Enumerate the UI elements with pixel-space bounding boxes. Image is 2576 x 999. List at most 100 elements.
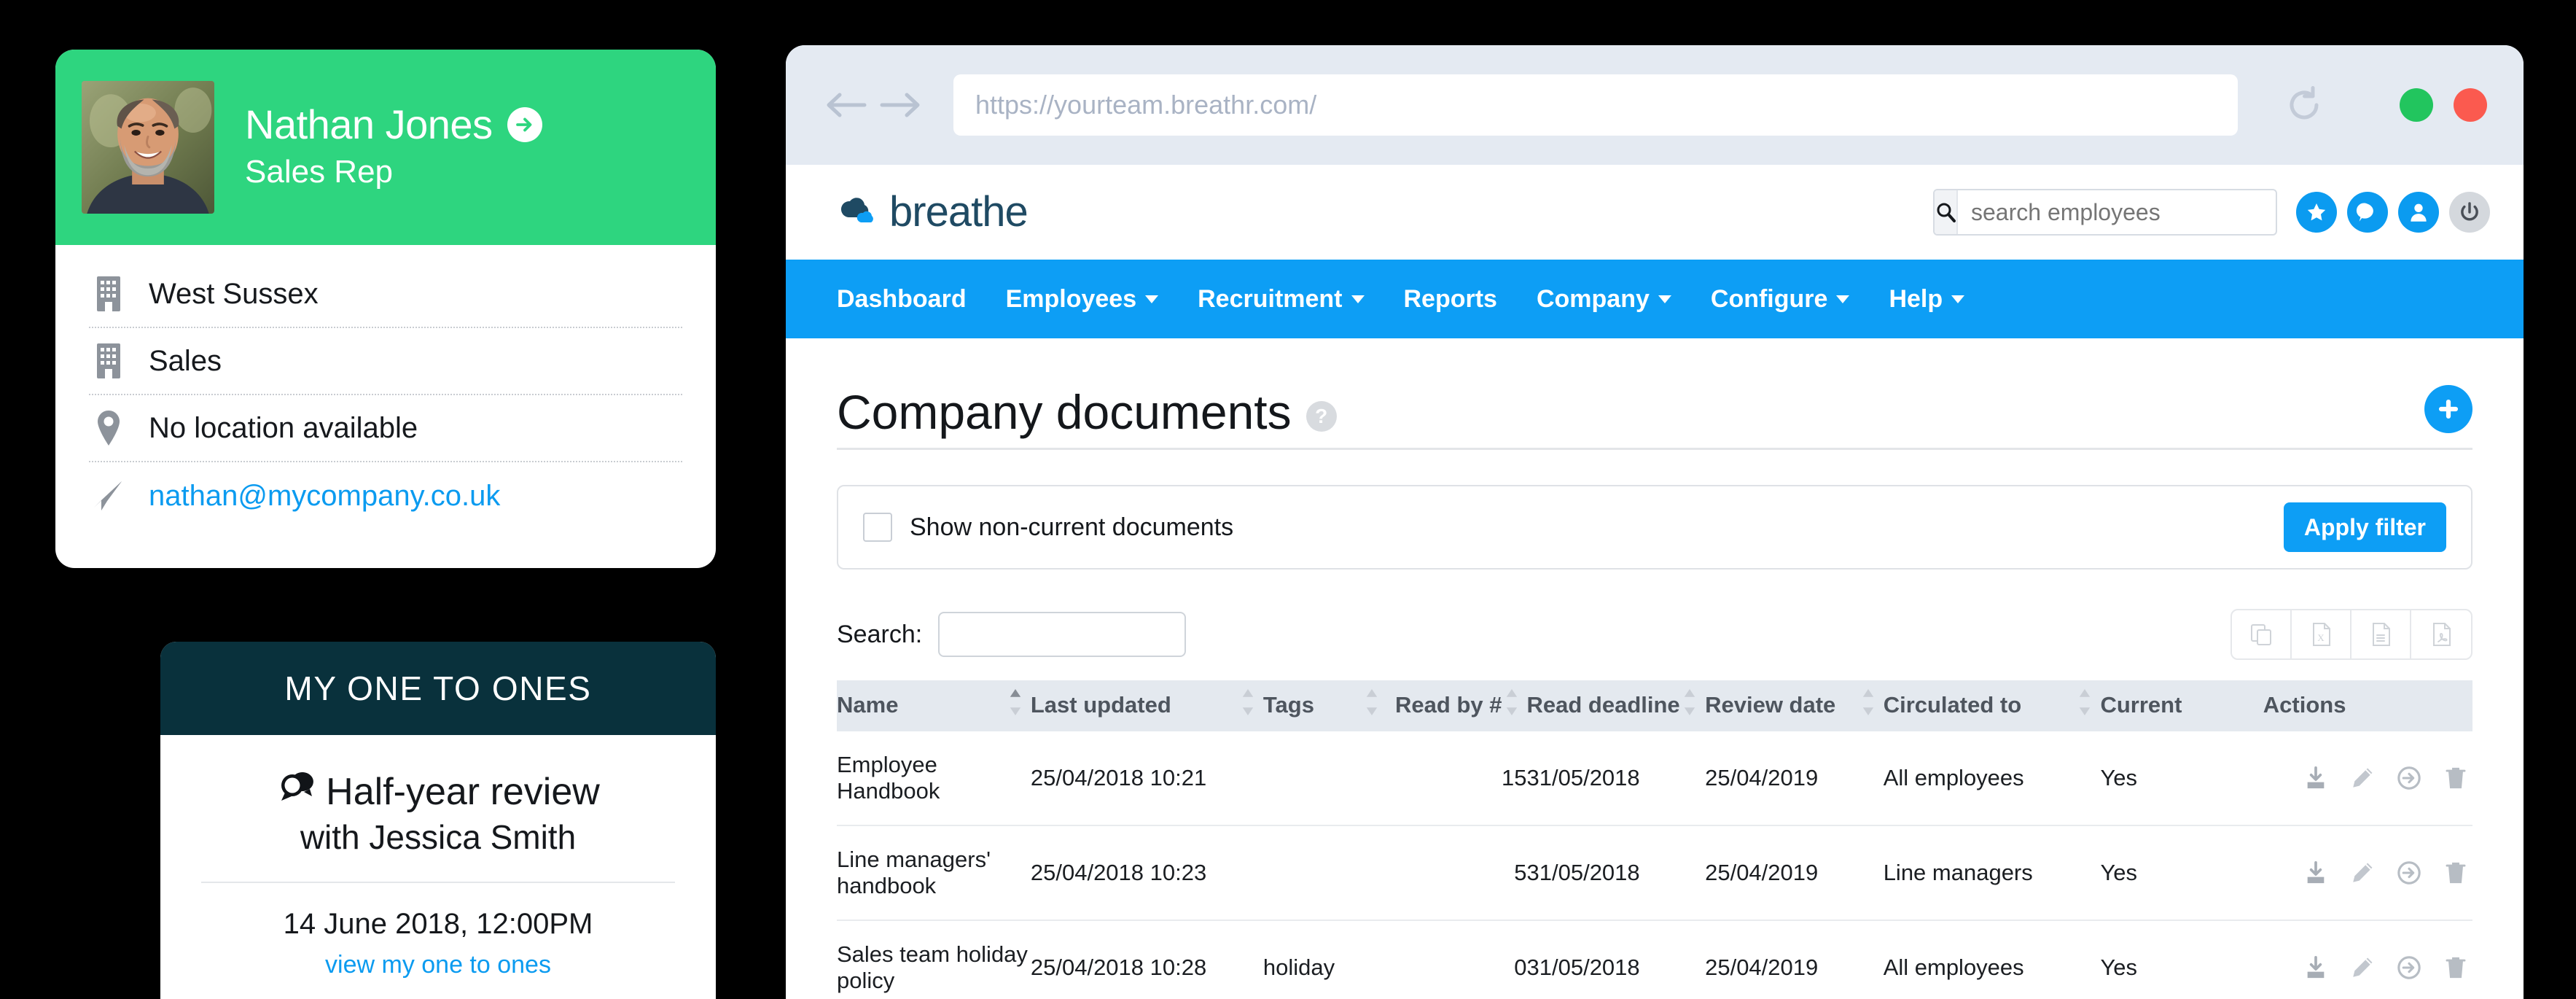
show-non-current-checkbox[interactable] xyxy=(863,513,892,542)
search-input[interactable] xyxy=(1958,198,2276,226)
table-row[interactable]: Line managers' handbook 25/04/2018 10:23… xyxy=(837,825,2472,921)
cell-actions xyxy=(2263,920,2472,999)
cell-actions xyxy=(2263,731,2472,826)
search-icon xyxy=(1935,190,1958,234)
pdf-icon[interactable] xyxy=(2411,610,2471,658)
nav-item-dashboard[interactable]: Dashboard xyxy=(837,285,967,314)
maximize-button[interactable] xyxy=(2400,88,2433,122)
cell-circulated-to: All employees xyxy=(1883,920,2101,999)
add-document-button[interactable] xyxy=(2424,385,2472,433)
nav-item-configure[interactable]: Configure xyxy=(1711,285,1850,314)
row-action-group xyxy=(2263,766,2472,790)
main-navigation: Dashboard Employees Recruitment Reports … xyxy=(786,260,2524,338)
delete-trash-icon[interactable] xyxy=(2443,955,2468,980)
edit-pencil-icon[interactable] xyxy=(2350,766,2375,790)
apply-filter-button[interactable]: Apply filter xyxy=(2283,502,2446,552)
cell-name: Employee Handbook xyxy=(837,731,1031,826)
employee-search[interactable] xyxy=(1933,189,2277,236)
circulate-arrow-icon[interactable] xyxy=(2397,860,2421,885)
employee-profile-card: Nathan Jones Sales Rep West Sussex Sales… xyxy=(55,50,716,568)
window-controls xyxy=(2400,88,2487,122)
cell-read-by: 5 xyxy=(1387,825,1527,921)
profile-name-row: Nathan Jones xyxy=(245,101,542,148)
close-button[interactable] xyxy=(2454,88,2487,122)
info-row-location: West Sussex xyxy=(89,261,682,328)
profile-info-list: West Sussex Sales No location available … xyxy=(55,245,716,529)
star-icon[interactable] xyxy=(2296,192,2337,233)
power-icon[interactable] xyxy=(2449,192,2490,233)
sort-icon xyxy=(1862,689,1873,715)
column-header-name[interactable]: Name xyxy=(837,680,1031,731)
cell-review-date: 25/04/2019 xyxy=(1705,731,1884,826)
cell-tags xyxy=(1262,731,1388,826)
info-row-email: nathan@mycompany.co.uk xyxy=(89,462,682,529)
cell-last-updated: 25/04/2018 10:23 xyxy=(1030,825,1263,921)
column-header-read-deadline[interactable]: Read deadline xyxy=(1526,680,1706,731)
nav-label: Help xyxy=(1889,284,1943,313)
nav-item-recruitment[interactable]: Recruitment xyxy=(1198,285,1365,314)
view-my-one-to-ones-link[interactable]: view my one to ones xyxy=(192,951,684,979)
column-header-read-by[interactable]: Read by # xyxy=(1387,680,1527,731)
nav-item-reports[interactable]: Reports xyxy=(1404,285,1497,314)
app-header: breathe xyxy=(786,165,2524,260)
column-header-current[interactable]: Current xyxy=(2100,680,2263,731)
column-label: Review date xyxy=(1705,692,1836,718)
cell-name: Line managers' handbook xyxy=(837,825,1031,921)
column-label: Current xyxy=(2100,692,2182,718)
row-action-group xyxy=(2263,955,2472,980)
delete-trash-icon[interactable] xyxy=(2443,860,2468,885)
svg-text:X: X xyxy=(2317,632,2325,643)
nav-item-help[interactable]: Help xyxy=(1889,284,1965,314)
user-icon[interactable] xyxy=(2398,192,2439,233)
info-row-department: Sales xyxy=(89,328,682,395)
table-row[interactable]: Employee Handbook 25/04/2018 10:21 15 31… xyxy=(837,731,2472,826)
table-search-input[interactable] xyxy=(938,612,1187,657)
csv-icon[interactable] xyxy=(2351,610,2411,658)
sort-icon xyxy=(1366,689,1378,715)
edit-pencil-icon[interactable] xyxy=(2350,860,2375,885)
url-bar[interactable]: https://yourteam.breathr.com/ xyxy=(953,74,2238,136)
column-header-tags[interactable]: Tags xyxy=(1262,680,1388,731)
browser-window: https://yourteam.breathr.com/ breathe se… xyxy=(786,45,2524,999)
download-icon[interactable] xyxy=(2303,955,2328,980)
reload-icon[interactable] xyxy=(2271,84,2337,126)
column-label: Read deadline xyxy=(1526,692,1680,718)
cell-read-deadline: 31/05/2018 xyxy=(1526,731,1706,826)
nav-label: Configure xyxy=(1710,284,1828,313)
table-header: Name Last updated Tags Read by # Read de… xyxy=(837,680,2472,731)
cell-circulated-to: Line managers xyxy=(1883,825,2101,921)
sort-icon xyxy=(1242,689,1254,715)
info-map-text: No location available xyxy=(149,411,418,444)
download-icon[interactable] xyxy=(2303,860,2328,885)
table-row[interactable]: Sales team holiday policy 25/04/2018 10:… xyxy=(837,920,2472,999)
cell-read-by: 15 xyxy=(1387,731,1527,826)
column-header-review-date[interactable]: Review date xyxy=(1705,680,1884,731)
nav-item-employees[interactable]: Employees xyxy=(1006,285,1159,314)
cell-review-date: 25/04/2019 xyxy=(1705,920,1884,999)
arrow-left-icon[interactable] xyxy=(818,90,873,120)
breathe-logo[interactable]: breathe xyxy=(837,191,1029,233)
column-header-circulated-to[interactable]: Circulated to xyxy=(1883,680,2101,731)
cell-review-date: 25/04/2019 xyxy=(1705,825,1884,921)
circulate-arrow-icon[interactable] xyxy=(2397,955,2421,980)
circulate-arrow-icon[interactable] xyxy=(2397,766,2421,790)
nav-item-company[interactable]: Company xyxy=(1537,285,1671,314)
info-email-link[interactable]: nathan@mycompany.co.uk xyxy=(149,480,500,513)
help-question-icon[interactable]: ? xyxy=(1305,401,1337,432)
copy-icon[interactable] xyxy=(2232,610,2292,658)
nav-label: Dashboard xyxy=(837,284,967,313)
excel-icon[interactable]: X xyxy=(2292,610,2351,658)
cell-last-updated: 25/04/2018 10:28 xyxy=(1030,920,1263,999)
edit-pencil-icon[interactable] xyxy=(2350,955,2375,980)
chat-bubble-icon[interactable] xyxy=(2347,192,2388,233)
cell-name: Sales team holiday policy xyxy=(837,920,1031,999)
column-header-last-updated[interactable]: Last updated xyxy=(1030,680,1263,731)
speech-bubbles-icon xyxy=(276,769,319,815)
arrow-right-icon[interactable] xyxy=(873,90,929,120)
chevron-down-icon xyxy=(1145,295,1159,303)
arrow-right-circle-icon[interactable] xyxy=(507,107,542,143)
paper-plane-icon xyxy=(89,478,128,513)
delete-trash-icon[interactable] xyxy=(2443,766,2468,790)
download-icon[interactable] xyxy=(2303,766,2328,790)
header-icon-group xyxy=(2296,192,2490,233)
